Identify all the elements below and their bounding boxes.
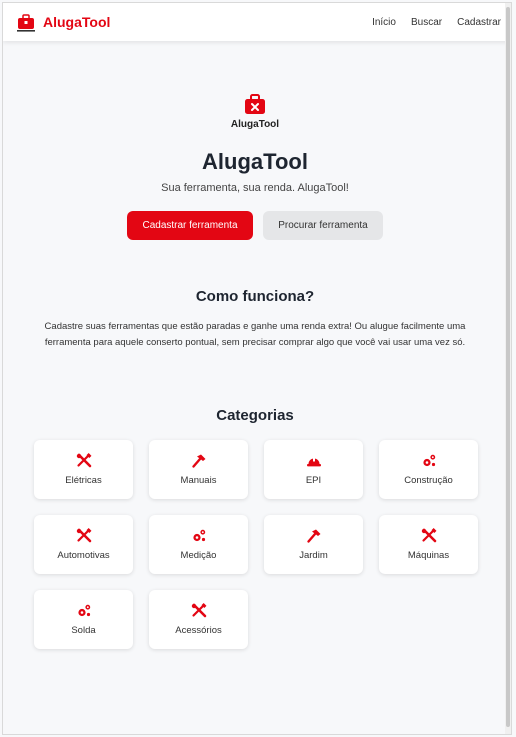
nav-link-inicio[interactable]: Início xyxy=(372,17,396,28)
category-card-maquinas[interactable]: Máquinas xyxy=(379,515,478,574)
categories-grid: Elétricas Manuais EPI Construção Automot… xyxy=(34,440,478,649)
category-card-acessorios[interactable]: Acessórios xyxy=(149,590,248,649)
categories-title: Categorias xyxy=(216,407,294,424)
hero-logo-text: AlugaTool xyxy=(230,119,280,130)
category-card-epi[interactable]: EPI xyxy=(264,440,363,499)
category-label: Automotivas xyxy=(57,550,110,561)
category-card-jardim[interactable]: Jardim xyxy=(264,515,363,574)
category-card-construcao[interactable]: Construção xyxy=(379,440,478,499)
nav-links: Início Buscar Cadastrar xyxy=(372,17,501,28)
brand-name: AlugaTool xyxy=(43,14,111,30)
hero-section: AlugaTool AlugaTool Sua ferramenta, sua … xyxy=(3,93,507,240)
register-tool-button[interactable]: Cadastrar ferramenta xyxy=(127,211,253,240)
how-it-works-section: Como funciona? Cadastre suas ferramentas… xyxy=(3,288,507,351)
category-label: Solda xyxy=(71,625,96,636)
category-label: Jardim xyxy=(299,550,328,561)
nav-link-cadastrar[interactable]: Cadastrar xyxy=(457,17,501,28)
gears-icon xyxy=(191,528,207,544)
app-window: AlugaTool Início Buscar Cadastrar AlugaT… xyxy=(2,2,512,735)
tools-icon xyxy=(76,453,92,469)
brand[interactable]: AlugaTool xyxy=(15,11,110,33)
category-label: Máquinas xyxy=(407,550,450,561)
toolbox-logo-icon xyxy=(15,11,37,33)
scrollbar-thumb[interactable] xyxy=(506,7,510,727)
category-card-manuais[interactable]: Manuais xyxy=(149,440,248,499)
category-label: Elétricas xyxy=(65,475,102,486)
hammer-icon xyxy=(191,453,207,469)
category-card-medicao[interactable]: Medição xyxy=(149,515,248,574)
category-label: EPI xyxy=(305,475,322,486)
page-title: AlugaTool xyxy=(202,149,308,174)
category-card-solda[interactable]: Solda xyxy=(34,590,133,649)
tools-icon xyxy=(76,528,92,544)
category-label: Manuais xyxy=(180,475,217,486)
categories-section: Categorias Elétricas Manuais EPI Constru… xyxy=(3,407,507,649)
top-navbar: AlugaTool Início Buscar Cadastrar xyxy=(3,3,511,41)
hammer-icon xyxy=(306,528,322,544)
category-label: Medição xyxy=(180,550,217,561)
hero-logo: AlugaTool xyxy=(225,93,285,133)
tools-icon xyxy=(421,528,437,544)
hardhat-icon xyxy=(306,453,322,469)
scrollbar[interactable] xyxy=(505,3,511,734)
category-label: Acessórios xyxy=(175,625,222,636)
gears-icon xyxy=(76,603,92,619)
gears-icon xyxy=(421,453,437,469)
category-card-automotivas[interactable]: Automotivas xyxy=(34,515,133,574)
how-it-works-text: Cadastre suas ferramentas que estão para… xyxy=(44,321,466,348)
tools-icon xyxy=(191,603,207,619)
toolbox-icon xyxy=(245,94,265,114)
nav-link-buscar[interactable]: Buscar xyxy=(411,17,442,28)
how-it-works-title: Como funciona? xyxy=(195,288,315,305)
search-tool-button[interactable]: Procurar ferramenta xyxy=(263,211,383,240)
hero-actions: Cadastrar ferramenta Procurar ferramenta xyxy=(3,211,507,240)
page-subtitle: Sua ferramenta, sua renda. AlugaTool! xyxy=(161,182,349,194)
category-label: Construção xyxy=(404,475,453,486)
category-card-eletricas[interactable]: Elétricas xyxy=(34,440,133,499)
